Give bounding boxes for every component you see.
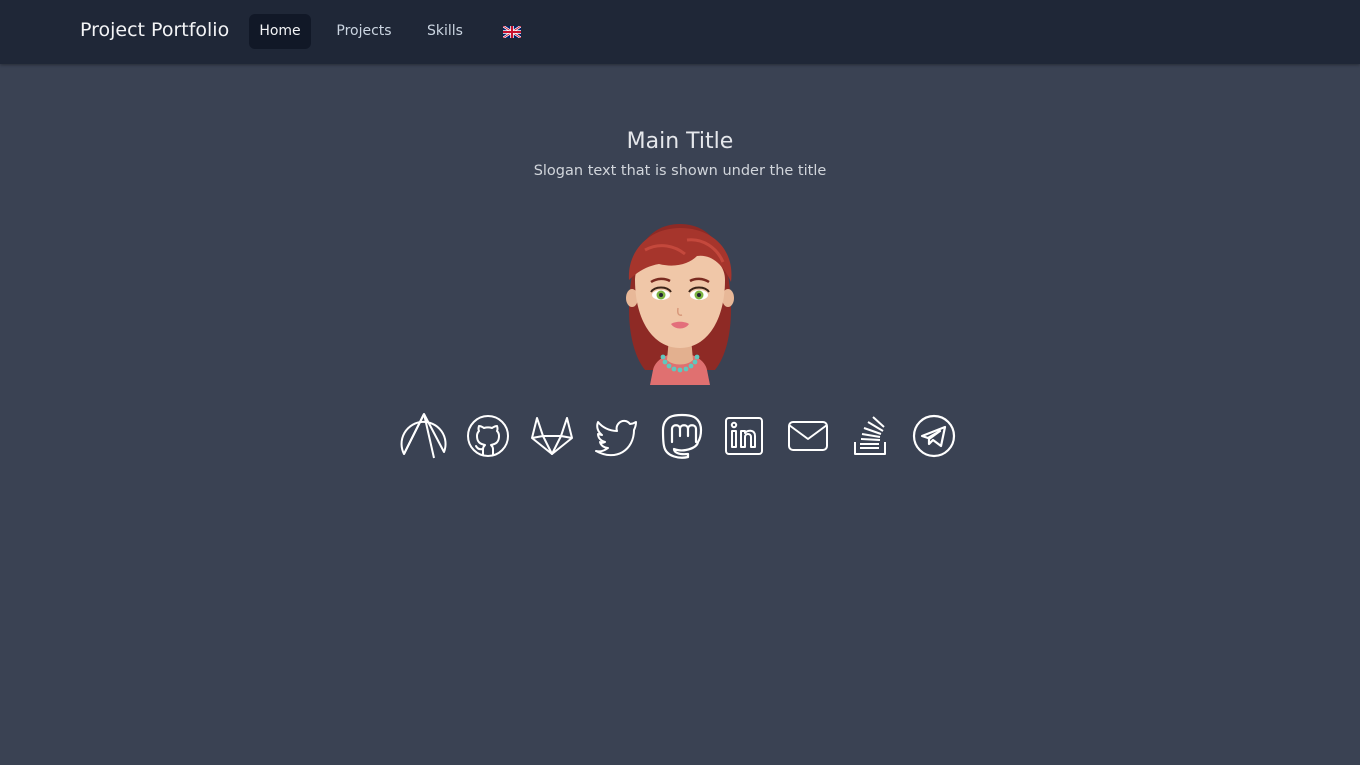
page-slogan: Slogan text that is shown under the titl… bbox=[533, 163, 827, 179]
social-link-codeberg[interactable] bbox=[400, 412, 448, 460]
top-navbar: Project Portfolio Home Projects Skills bbox=[0, 0, 1360, 64]
social-link-twitter[interactable] bbox=[592, 412, 640, 460]
nav-link-projects[interactable]: Projects bbox=[326, 14, 402, 49]
mastodon-icon bbox=[661, 413, 703, 459]
nav-link-skills[interactable]: Skills bbox=[416, 14, 474, 49]
stackoverflow-icon bbox=[854, 416, 886, 455]
gitlab-icon bbox=[531, 417, 573, 455]
language-switcher[interactable] bbox=[496, 14, 528, 49]
telegram-icon bbox=[912, 414, 956, 458]
social-link-gitlab[interactable] bbox=[528, 412, 576, 460]
social-link-stackoverflow[interactable] bbox=[846, 412, 894, 460]
email-icon bbox=[788, 421, 828, 451]
page-title: Main Title bbox=[626, 129, 734, 154]
avatar bbox=[626, 224, 734, 385]
github-icon bbox=[467, 415, 509, 457]
codeberg-icon bbox=[400, 413, 447, 459]
social-link-github[interactable] bbox=[464, 412, 512, 460]
linkedin-icon bbox=[725, 417, 763, 455]
brand-title[interactable]: Project Portfolio bbox=[80, 19, 229, 41]
social-link-mastodon[interactable] bbox=[658, 412, 706, 460]
social-link-email[interactable] bbox=[784, 412, 832, 460]
uk-flag-icon bbox=[503, 26, 521, 38]
social-link-linkedin[interactable] bbox=[720, 412, 768, 460]
nav-link-home[interactable]: Home bbox=[249, 14, 311, 49]
social-link-telegram[interactable] bbox=[910, 412, 958, 460]
twitter-icon bbox=[595, 419, 637, 457]
